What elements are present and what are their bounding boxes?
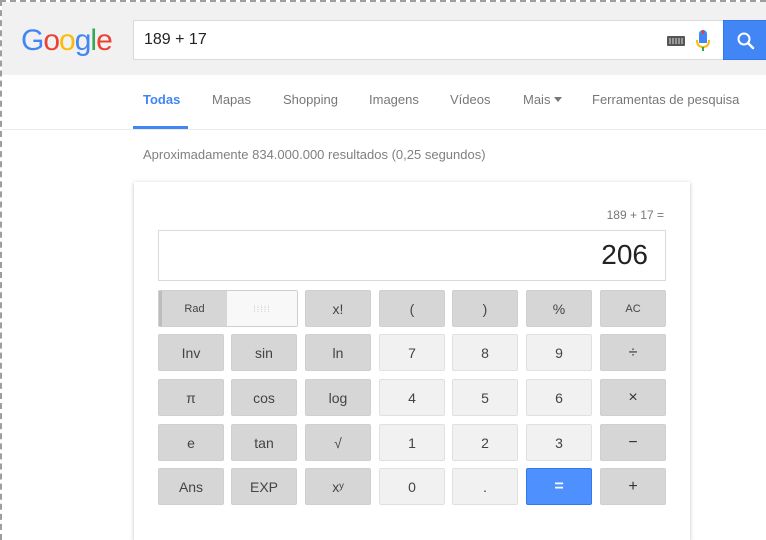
key-inv[interactable]: Inv <box>158 334 224 371</box>
tab-shopping[interactable]: Shopping <box>283 92 338 107</box>
calculator-result: 206 <box>601 239 648 270</box>
key-exp[interactable]: EXP <box>231 468 297 505</box>
key-add[interactable]: + <box>600 468 666 505</box>
search-header: Google <box>2 2 766 75</box>
tab-videos[interactable]: Vídeos <box>450 92 490 107</box>
key-5[interactable]: 5 <box>452 379 518 416</box>
key-power[interactable]: xʸ <box>305 468 371 505</box>
search-icon <box>737 32 755 50</box>
key-6[interactable]: 6 <box>526 379 592 416</box>
key-multiply[interactable]: × <box>600 379 666 416</box>
microphone-icon[interactable] <box>696 29 710 53</box>
key-4[interactable]: 4 <box>379 379 445 416</box>
rad-deg-toggle: Rad ⁞⁞⁞⁞⁞ <box>158 290 298 327</box>
deg-button[interactable]: ⁞⁞⁞⁞⁞ <box>227 291 297 326</box>
key-ln[interactable]: ln <box>305 334 371 371</box>
tab-mais[interactable]: Mais <box>523 92 563 107</box>
key-2[interactable]: 2 <box>452 424 518 461</box>
active-tab-indicator <box>133 126 188 129</box>
key-1[interactable]: 1 <box>379 424 445 461</box>
result-stats: Aproximadamente 834.000.000 resultados (… <box>143 147 486 162</box>
key-cos[interactable]: cos <box>231 379 297 416</box>
google-logo[interactable]: Google <box>21 24 113 58</box>
key-open-paren[interactable]: ( <box>379 290 445 327</box>
tab-mapas[interactable]: Mapas <box>212 92 251 107</box>
key-sin[interactable]: sin <box>231 334 297 371</box>
key-divide[interactable]: ÷ <box>600 334 666 371</box>
key-clear[interactable]: AC <box>600 290 666 327</box>
key-decimal[interactable]: . <box>452 468 518 505</box>
key-equals[interactable]: = <box>526 468 592 505</box>
key-pi[interactable]: π <box>158 379 224 416</box>
key-log[interactable]: log <box>305 379 371 416</box>
key-subtract[interactable]: − <box>600 424 666 461</box>
key-3[interactable]: 3 <box>526 424 592 461</box>
search-tools-button[interactable]: Ferramentas de pesquisa <box>592 92 739 107</box>
search-button[interactable] <box>723 20 766 60</box>
key-7[interactable]: 7 <box>379 334 445 371</box>
calculator-expression: 189 + 17 = <box>606 208 664 222</box>
key-factorial[interactable]: x! <box>305 290 371 327</box>
key-8[interactable]: 8 <box>452 334 518 371</box>
tab-imagens[interactable]: Imagens <box>369 92 419 107</box>
search-nav: Todas Mapas Shopping Imagens Vídeos Mais… <box>2 75 766 130</box>
key-ans[interactable]: Ans <box>158 468 224 505</box>
tab-mais-label: Mais <box>523 92 551 107</box>
search-box <box>133 20 723 60</box>
rad-button[interactable]: Rad <box>159 291 227 326</box>
key-percent[interactable]: % <box>526 290 592 327</box>
calculator-display: 206 <box>158 230 666 281</box>
key-close-paren[interactable]: ) <box>452 290 518 327</box>
key-e[interactable]: e <box>158 424 224 461</box>
tab-todas[interactable]: Todas <box>143 92 180 107</box>
keyboard-icon[interactable] <box>667 36 685 46</box>
search-input[interactable] <box>144 21 624 59</box>
key-9[interactable]: 9 <box>526 334 592 371</box>
chevron-down-icon <box>554 97 563 102</box>
key-0[interactable]: 0 <box>379 468 445 505</box>
key-sqrt[interactable]: √ <box>305 424 371 461</box>
calculator-card: 189 + 17 = 206 Rad ⁞⁞⁞⁞⁞ x! ( ) % AC Inv… <box>134 182 690 540</box>
key-tan[interactable]: tan <box>231 424 297 461</box>
